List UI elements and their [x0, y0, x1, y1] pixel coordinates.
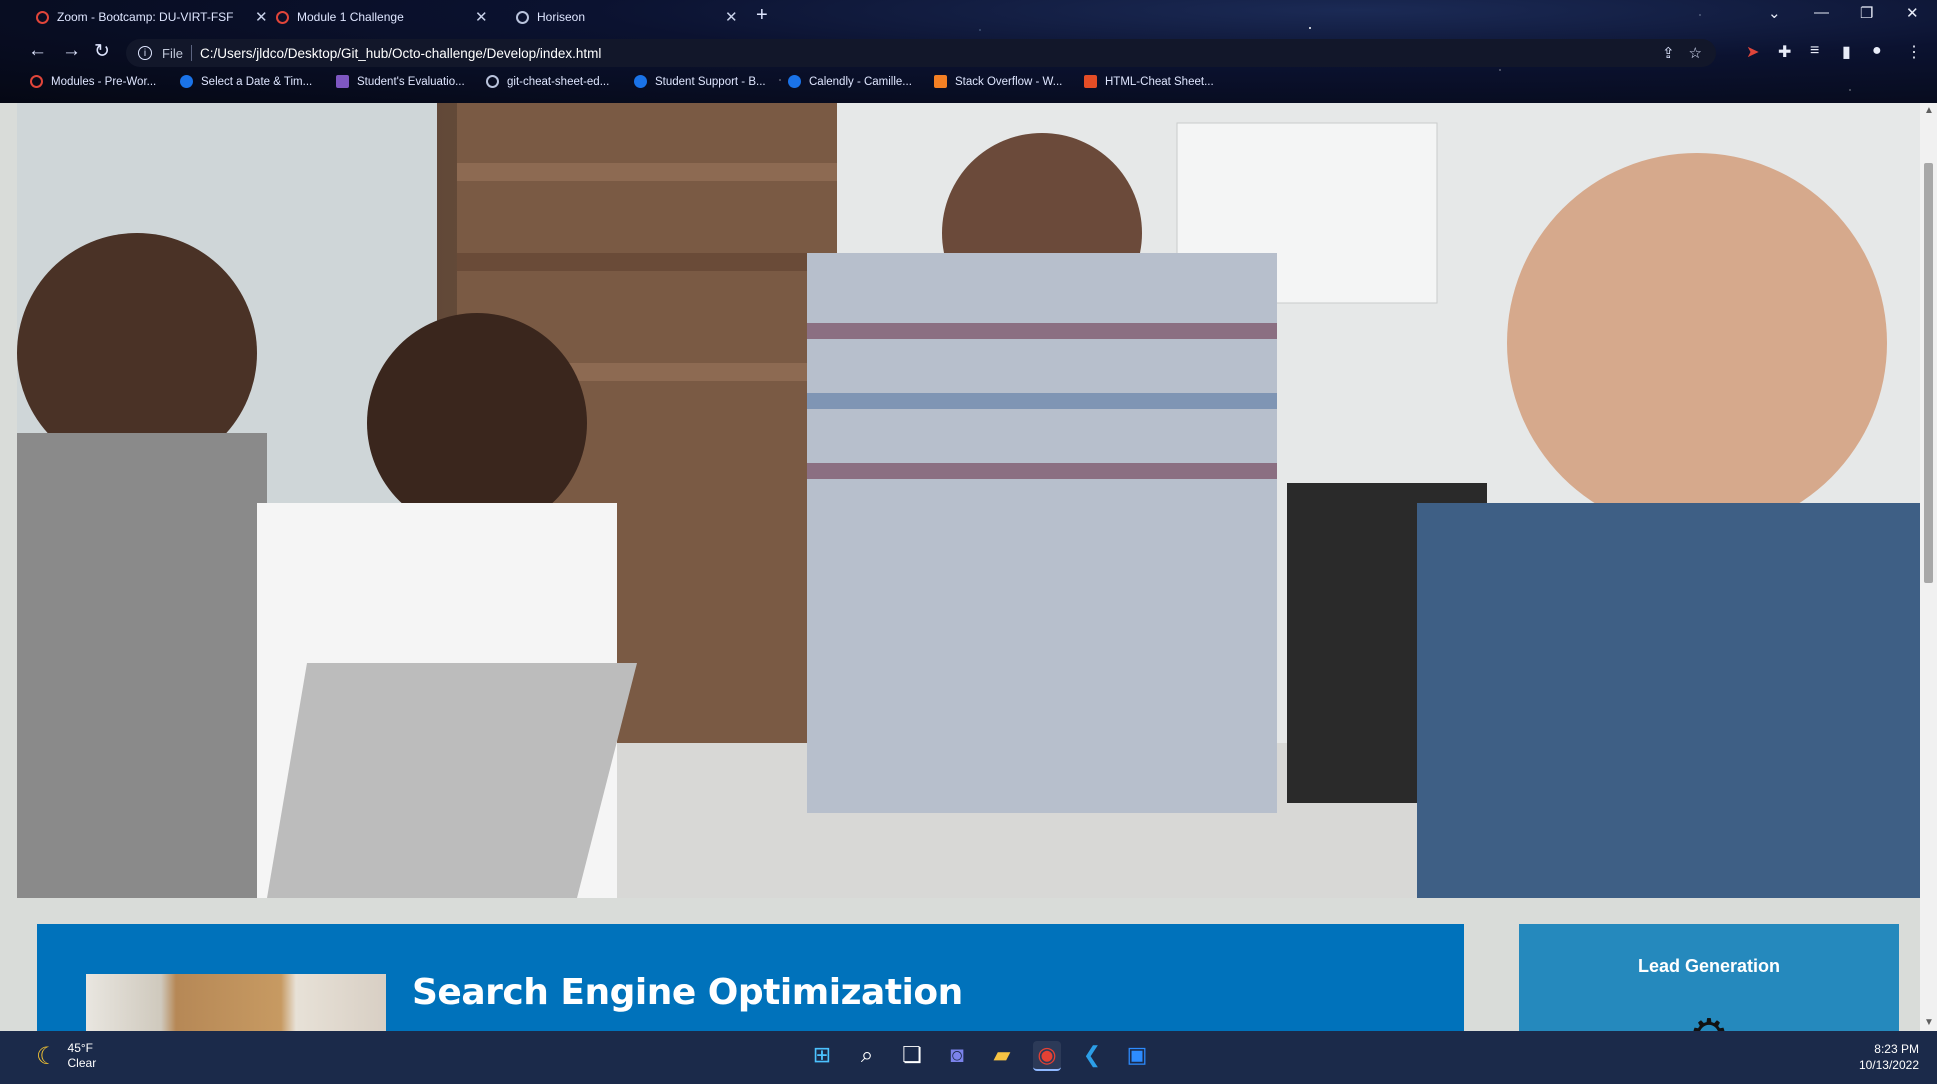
scroll-up-icon[interactable]: ▲ [1924, 105, 1934, 116]
tab-zoom[interactable]: Zoom - Bootcamp: DU-VIRT-FSF ✕ [36, 4, 268, 30]
new-tab-button[interactable]: + [756, 4, 768, 27]
scheme-label: File [162, 45, 183, 61]
bookmark-item[interactable]: Modules - Pre-Wor... [30, 75, 156, 88]
search-icon[interactable]: ⌕ [853, 1041, 881, 1069]
bookmark-item[interactable]: HTML-Cheat Sheet... [1084, 75, 1214, 88]
chrome-icon[interactable]: ◉ [1033, 1041, 1061, 1071]
lead-generation-heading: Lead Generation [1637, 956, 1781, 976]
bookmarks-bar: Modules - Pre-Wor... Select a Date & Tim… [0, 72, 1937, 96]
hero-image [17, 103, 1920, 898]
form-favicon-icon [336, 75, 349, 88]
system-clock[interactable]: 8:23 PM 10/13/2022 [1859, 1041, 1919, 1073]
navigation-bar: ← → ↻ i File C:/Users/jldco/Desktop/Git_… [0, 37, 1937, 69]
page-viewport: Search Engine Optimization Lead Generati… [0, 103, 1937, 1031]
teams-chat-icon[interactable]: ◙ [943, 1041, 971, 1069]
scroll-down-icon[interactable]: ▼ [1924, 1017, 1934, 1028]
weather-condition: Clear [67, 1056, 97, 1070]
divider [190, 45, 192, 61]
bookmark-item[interactable]: Stack Overflow - W... [934, 75, 1062, 88]
lead-generation-card: Lead Generation ⚙ [1519, 924, 1899, 1031]
reading-list-icon[interactable]: ≡ [1810, 42, 1819, 60]
reload-icon[interactable]: ↻ [94, 40, 110, 63]
calendly-favicon-icon [788, 75, 801, 88]
seo-card: Search Engine Optimization [37, 924, 1464, 1031]
clock-time: 8:23 PM [1874, 1042, 1919, 1056]
close-tab-icon[interactable]: ✕ [255, 8, 268, 26]
tab-module-challenge[interactable]: Module 1 Challenge ✕ [276, 4, 488, 30]
minimize-icon[interactable]: — [1814, 4, 1829, 21]
gear-icon: ⚙ [1687, 1014, 1731, 1032]
zoom-icon[interactable]: ▣ [1123, 1041, 1151, 1069]
weather-widget[interactable]: ☾ 45°F Clear [36, 1041, 96, 1071]
clock-date: 10/13/2022 [1858, 1058, 1919, 1072]
bookmark-item[interactable]: Student's Evaluatio... [336, 75, 465, 88]
address-bar[interactable]: i File C:/Users/jldco/Desktop/Git_hub/Oc… [126, 39, 1716, 67]
task-view-icon[interactable]: ❏ [898, 1041, 926, 1069]
extension-icon[interactable]: ➤ [1746, 42, 1759, 62]
html-favicon-icon [1084, 75, 1097, 88]
side-panel-icon[interactable]: ▮ [1842, 42, 1851, 62]
bookmark-item[interactable]: Select a Date & Tim... [180, 75, 312, 88]
vscode-icon[interactable]: ❮ [1078, 1041, 1106, 1069]
menu-kebab-icon[interactable]: ⋮ [1906, 42, 1922, 62]
bookmark-item[interactable]: git-cheat-sheet-ed... [486, 75, 609, 88]
close-window-icon[interactable]: ✕ [1906, 4, 1919, 22]
restore-icon[interactable]: ❐ [1860, 4, 1873, 22]
calendar-favicon-icon [180, 75, 193, 88]
stack-overflow-favicon-icon [934, 75, 947, 88]
browser-chrome: Zoom - Bootcamp: DU-VIRT-FSF ✕ Module 1 … [0, 0, 1937, 103]
address-bar-actions: ⇪ ☆ [1662, 44, 1702, 62]
scrollbar-thumb[interactable] [1924, 163, 1933, 583]
support-favicon-icon [634, 75, 647, 88]
profile-avatar-icon[interactable]: ● [1872, 42, 1882, 60]
bookmark-item[interactable]: Student Support - B... [634, 75, 766, 88]
zoom-favicon-icon [36, 10, 49, 24]
globe-icon [486, 75, 499, 88]
seo-heading: Search Engine Optimization [412, 972, 963, 1013]
canvas-favicon-icon [30, 75, 43, 88]
weather-temp: 45°F [67, 1041, 93, 1055]
bookmark-star-icon[interactable]: ☆ [1689, 44, 1702, 62]
windows-taskbar: ☾ 45°F Clear ⊞ ⌕ ❏ ◙ ▰ ◉ ❮ ▣ 8:23 PM 10/… [0, 1031, 1937, 1084]
globe-icon [516, 10, 529, 24]
bookmark-item[interactable]: Calendly - Camille... [788, 75, 912, 88]
windows-start-icon[interactable]: ⊞ [808, 1041, 836, 1069]
tab-search-icon[interactable]: ⌄ [1768, 4, 1781, 22]
file-explorer-icon[interactable]: ▰ [988, 1041, 1016, 1069]
seo-thumbnail-image [86, 974, 386, 1031]
hero-photo-illustration [17, 103, 1920, 898]
puzzle-extensions-icon[interactable]: ✚ [1778, 42, 1791, 62]
tab-horiseon[interactable]: Horiseon ✕ [516, 4, 738, 30]
forward-arrow-icon[interactable]: → [62, 40, 81, 62]
canvas-favicon-icon [276, 10, 289, 24]
back-arrow-icon[interactable]: ← [28, 40, 47, 62]
close-tab-icon[interactable]: ✕ [725, 8, 738, 26]
tab-strip: Zoom - Bootcamp: DU-VIRT-FSF ✕ Module 1 … [0, 0, 1937, 34]
share-icon[interactable]: ⇪ [1662, 44, 1675, 62]
close-tab-icon[interactable]: ✕ [475, 8, 488, 26]
info-icon[interactable]: i [138, 46, 152, 60]
url-text[interactable]: C:/Users/jldco/Desktop/Git_hub/Octo-chal… [200, 46, 601, 61]
vertical-scrollbar[interactable]: ▲ ▼ [1920, 103, 1937, 1031]
moon-icon: ☾ [36, 1042, 58, 1070]
taskbar-apps: ⊞ ⌕ ❏ ◙ ▰ ◉ ❮ ▣ [808, 1041, 1151, 1071]
